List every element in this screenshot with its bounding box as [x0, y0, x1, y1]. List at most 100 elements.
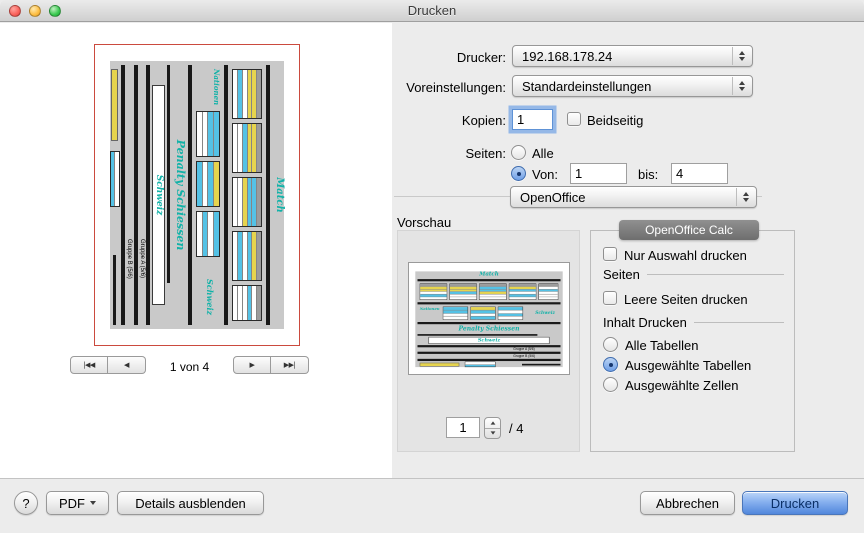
sheet-mini-table	[479, 284, 507, 301]
sheet-yellow-strip	[111, 69, 118, 141]
presets-popup-value: Standardeinstellungen	[522, 79, 651, 94]
sheet-label-gruppe-b: Gruppe B (5/6)	[126, 239, 132, 279]
pages-to-input[interactable]	[671, 163, 728, 184]
window-title: Drucken	[0, 3, 864, 18]
sheet-mini-table	[465, 362, 496, 368]
vorschau-well: Match Nationen Schweiz Penalty Schiessen…	[397, 230, 580, 452]
empty-pages-label: Leere Seiten drucken	[624, 292, 748, 307]
app-options-popup-value: OpenOffice	[520, 190, 586, 205]
group-rule	[647, 274, 784, 275]
last-page-button[interactable]: ▶▶|	[271, 356, 309, 374]
sheet-mini-table	[509, 284, 537, 301]
sheet-mini-table	[232, 285, 262, 321]
sheet-label-schweiz-right: Schweiz	[535, 310, 555, 314]
all-tables-label: Alle Tabellen	[625, 338, 698, 353]
presets-label: Voreinstellungen:	[330, 80, 506, 95]
vorschau-total-label: / 4	[509, 421, 523, 436]
page-indicator: 1 von 4	[146, 360, 233, 374]
stepper-up-button[interactable]	[485, 418, 500, 429]
presets-popup[interactable]: Standardeinstellungen	[512, 75, 753, 97]
printer-label: Drucker:	[346, 50, 506, 65]
sheet-label-gruppe-a: Gruppe A (5/6)	[139, 239, 145, 278]
page-nav-left-group: |◀◀ ◀	[70, 356, 146, 374]
spreadsheet-page-thumbnail: Match Nationen Schweiz Penalty Schiessen…	[412, 267, 566, 372]
pages-group-label: Seiten	[603, 267, 640, 282]
cancel-button[interactable]: Abbrechen	[640, 491, 735, 515]
sheet-bar	[522, 364, 561, 366]
sheet-mini-table	[449, 284, 477, 301]
sheet-bar	[146, 65, 150, 325]
pages-from-input[interactable]	[570, 163, 627, 184]
cancel-button-label: Abbrechen	[656, 496, 719, 511]
details-toggle-button[interactable]: Details ausblenden	[117, 491, 264, 515]
sheet-mini-table	[420, 284, 448, 301]
selected-tables-radio[interactable]	[603, 357, 618, 372]
sheet-bar	[418, 352, 561, 354]
printer-popup[interactable]: 192.168.178.24	[512, 45, 753, 67]
popup-arrows-icon	[736, 188, 755, 206]
group-rule	[694, 322, 784, 323]
print-preview-page: Match Nationen Schweiz Penalty Schiessen…	[94, 44, 300, 346]
sheet-mini-table	[232, 123, 262, 173]
previous-page-button[interactable]: ◀	[108, 356, 146, 374]
sheet-bar	[167, 65, 170, 283]
pages-from-radio[interactable]	[511, 166, 526, 181]
sheet-label-nationen: Nationen	[213, 69, 220, 105]
sheet-mini-table	[196, 111, 220, 157]
selection-only-label: Nur Auswahl drucken	[624, 248, 747, 263]
sheet-label-match: Match	[412, 271, 566, 277]
sheet-bar	[224, 65, 228, 325]
sheet-mini-table	[196, 211, 220, 257]
all-tables-radio[interactable]	[603, 337, 618, 352]
sheet-bar	[418, 302, 561, 304]
stepper-up-icon	[490, 421, 495, 424]
selected-cells-radio[interactable]	[603, 377, 618, 392]
sheet-label-schweiz-band: Schweiz	[154, 175, 163, 216]
first-page-button[interactable]: |◀◀	[70, 356, 108, 374]
sheet-mini-table	[232, 69, 262, 119]
print-button[interactable]: Drucken	[742, 491, 848, 515]
sheet-mini-table	[232, 177, 262, 227]
spreadsheet-page-thumbnail: Match Nationen Schweiz Penalty Schiessen…	[102, 55, 292, 335]
previous-page-icon: ◀	[124, 361, 129, 369]
selection-only-checkbox[interactable]	[603, 247, 617, 261]
next-page-button[interactable]: ▶	[233, 356, 271, 374]
copies-label: Kopien:	[346, 113, 506, 128]
sheet-bar	[113, 255, 116, 325]
print-button-label: Drucken	[771, 496, 819, 511]
duplex-label: Beidseitig	[587, 113, 643, 128]
sheet-bar	[266, 65, 270, 325]
popup-arrows-icon	[732, 47, 751, 65]
printer-popup-value: 192.168.178.24	[522, 49, 612, 64]
sheet-label-match: Match	[274, 55, 284, 335]
footer-divider	[0, 478, 864, 479]
sheet-label-schweiz-right: Schweiz	[206, 279, 214, 315]
sheet-bar	[418, 334, 538, 336]
pages-group: Seiten	[603, 267, 784, 282]
dropdown-arrow-icon	[90, 501, 96, 505]
duplex-checkbox[interactable]	[567, 112, 581, 126]
preview-sheet-slot: Match Nationen Schweiz Penalty Schiessen…	[95, 45, 299, 345]
first-page-icon: |◀◀	[83, 361, 95, 369]
app-options-popup[interactable]: OpenOffice	[510, 186, 757, 208]
last-page-icon: ▶▶|	[284, 361, 296, 369]
sheet-bar	[121, 65, 125, 325]
sheet-bar	[134, 65, 138, 325]
empty-pages-checkbox[interactable]	[603, 291, 617, 305]
stepper-down-button[interactable]	[485, 429, 500, 439]
pdf-button[interactable]: PDF	[46, 491, 109, 515]
vorschau-page-input[interactable]	[446, 417, 480, 438]
pages-label: Seiten:	[346, 146, 506, 161]
sheet-band-schweiz: Schweiz	[429, 337, 550, 344]
copies-input[interactable]	[512, 109, 553, 130]
sheet-yellow-strip	[420, 363, 460, 367]
pdf-button-label: PDF	[59, 496, 85, 511]
stepper-down-icon	[490, 432, 495, 435]
help-button[interactable]: ?	[14, 491, 38, 515]
page-nav-right-group: ▶ ▶▶|	[233, 356, 309, 374]
help-icon: ?	[22, 496, 29, 511]
sheet-mini-table	[443, 307, 468, 320]
sheet-label-nationen: Nationen	[420, 307, 440, 311]
pages-all-radio[interactable]	[511, 145, 526, 160]
pages-all-label: Alle	[532, 146, 554, 161]
